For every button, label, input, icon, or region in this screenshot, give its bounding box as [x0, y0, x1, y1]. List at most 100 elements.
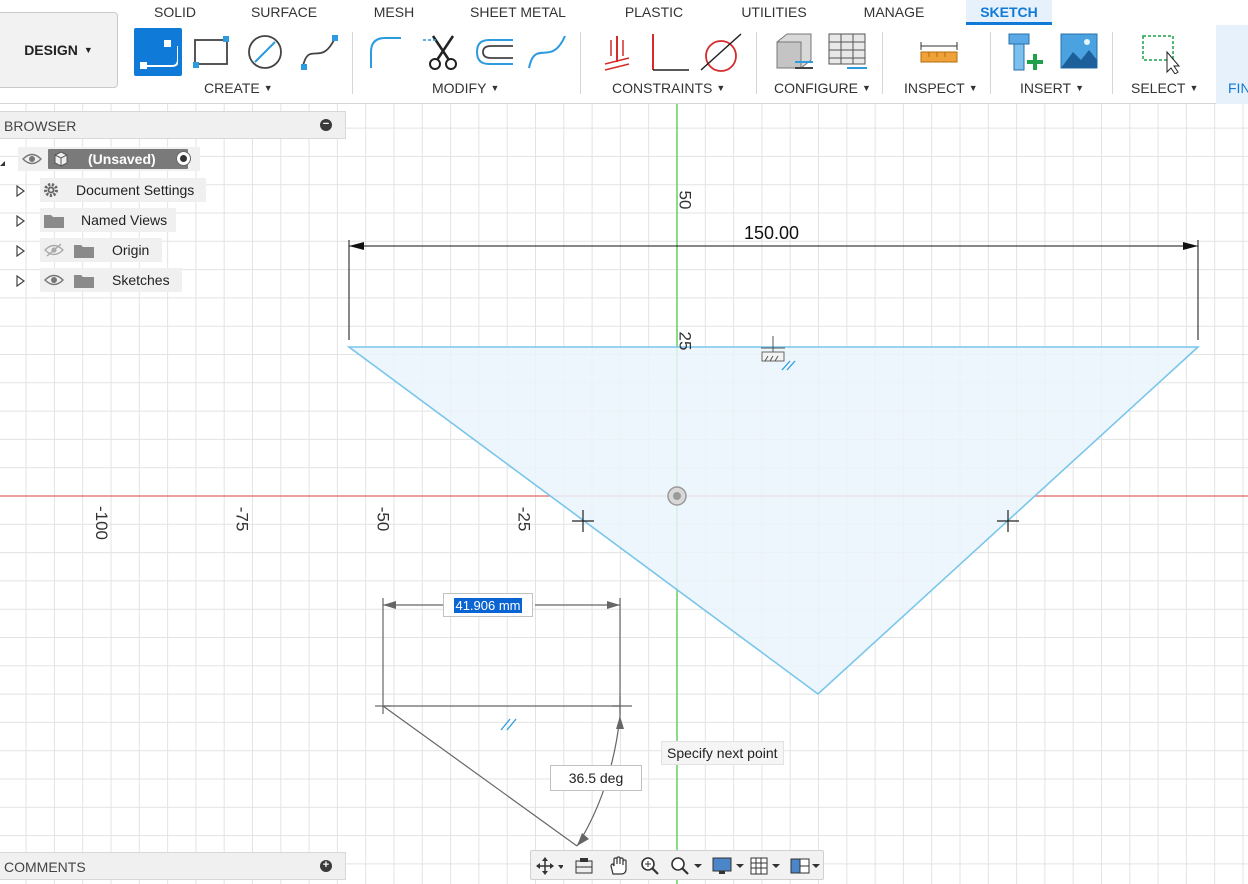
browser-panel-header[interactable]: BROWSER − [0, 111, 346, 139]
configure-menu[interactable]: CONFIGURE ▼ [774, 80, 871, 96]
folder-icon [74, 243, 94, 263]
finish-sketch-button[interactable]: FINISH SKETCH [1216, 25, 1248, 104]
separator [990, 32, 991, 94]
measure-icon [920, 42, 958, 63]
create-menu-label: CREATE [204, 80, 260, 96]
expand-arrow-icon[interactable] [16, 244, 26, 258]
insert-menu[interactable]: INSERT ▼ [1020, 80, 1084, 96]
offset-tool-button[interactable] [472, 28, 518, 76]
offset-icon [475, 39, 513, 65]
zoom-window-icon[interactable] [669, 856, 703, 876]
caret-down-icon: ▼ [1075, 83, 1085, 93]
caret-down-icon: ▼ [862, 83, 871, 93]
tangent-constraint-button[interactable] [698, 28, 744, 76]
display-settings-icon[interactable] [711, 856, 745, 876]
tab-plastic[interactable]: PLASTIC [614, 0, 694, 25]
dimension-value-150[interactable]: 150.00 [744, 223, 799, 244]
rectangle-icon [193, 36, 229, 68]
browser-title: BROWSER [4, 118, 77, 134]
collapse-browser-icon[interactable]: − [320, 119, 332, 131]
browser-item-document-settings[interactable]: Document Settings [40, 178, 206, 202]
fix-icon [604, 36, 630, 71]
fix-constraint-button[interactable] [594, 28, 640, 76]
browser-root-expander-icon[interactable] [0, 155, 5, 166]
browser-item-sketches[interactable]: Sketches [40, 268, 182, 292]
comments-panel-header[interactable]: COMMENTS + [0, 852, 346, 880]
fillet-tool-button[interactable] [362, 28, 408, 76]
configure-table-button[interactable] [824, 28, 870, 76]
insert-mcmaster-button[interactable] [1002, 28, 1048, 76]
y-axis-label-50: 50 [675, 190, 695, 210]
x-axis-label-neg75: -75 [232, 506, 252, 532]
browser-item-label: Named Views [81, 212, 168, 228]
workspace-switcher-button[interactable]: DESIGN ▼ [0, 12, 118, 88]
select-box-icon [1142, 35, 1181, 74]
sketch-profile [346, 346, 1201, 696]
measure-tool-button[interactable] [916, 28, 962, 76]
navigation-bar [530, 850, 824, 880]
browser-item-origin[interactable]: Origin [40, 238, 162, 262]
tab-sketch[interactable]: SKETCH [966, 0, 1052, 25]
eye-icon[interactable] [22, 152, 42, 171]
tab-manage[interactable]: MANAGE [856, 0, 932, 25]
workspace-label: DESIGN [24, 42, 78, 58]
add-comment-icon[interactable]: + [320, 860, 332, 872]
select-menu[interactable]: SELECT ▼ [1131, 80, 1198, 96]
perpendicular-constraint-button[interactable] [644, 28, 690, 76]
perpendicular-icon [652, 34, 689, 71]
viewports-icon[interactable] [789, 856, 823, 876]
table-icon [828, 33, 867, 69]
insert-canvas-button[interactable] [1056, 28, 1102, 76]
separator [882, 32, 883, 94]
length-input[interactable]: 41.906 mm [443, 593, 533, 617]
pan-icon[interactable] [607, 856, 629, 876]
separator [1112, 32, 1113, 94]
dim-arrow-left [349, 242, 364, 250]
eye-icon[interactable] [44, 273, 64, 292]
caret-down-icon: ▼ [1189, 83, 1199, 93]
inspect-menu-label: INSPECT [904, 80, 965, 96]
select-tool-button[interactable] [1138, 28, 1184, 76]
zoom-icon[interactable] [639, 856, 661, 876]
create-menu[interactable]: CREATE ▼ [204, 80, 273, 96]
expand-arrow-icon[interactable] [16, 274, 26, 288]
tab-utilities[interactable]: UTILITIES [732, 0, 816, 25]
trim-tool-button[interactable] [420, 28, 466, 76]
separator [756, 32, 757, 94]
curve-icon [528, 35, 566, 69]
tab-sheet-metal[interactable]: SHEET METAL [462, 0, 574, 25]
tab-mesh[interactable]: MESH [362, 0, 426, 25]
look-at-icon[interactable] [573, 856, 595, 876]
constraints-menu[interactable]: CONSTRAINTS ▼ [612, 80, 725, 96]
modify-menu-label: MODIFY [432, 80, 487, 96]
x-axis-label-neg50: -50 [373, 506, 393, 532]
expand-arrow-icon[interactable] [16, 184, 26, 198]
browser-item-label: Origin [112, 242, 150, 258]
horizontal-constraint-icon [761, 336, 785, 362]
browser-item-label: Sketches [112, 272, 170, 288]
line-icon [140, 40, 178, 69]
length-input-value: 41.906 mm [454, 597, 522, 613]
eye-hidden-icon[interactable] [44, 243, 64, 262]
inspect-menu[interactable]: INSPECT ▼ [904, 80, 978, 96]
rectangle-tool-button[interactable] [188, 28, 234, 76]
line-tool-button[interactable] [134, 28, 182, 76]
spline-tool-button[interactable] [296, 28, 342, 76]
expand-arrow-icon[interactable] [16, 214, 26, 228]
tab-surface[interactable]: SURFACE [244, 0, 324, 25]
browser-item-named-views[interactable]: Named Views [40, 208, 176, 232]
browser-item-root[interactable]: (Unsaved) [18, 147, 200, 171]
circle-icon [248, 35, 282, 69]
circle-tool-button[interactable] [242, 28, 288, 76]
angle-input[interactable]: 36.5 deg [550, 765, 642, 791]
activate-radio-icon[interactable] [176, 151, 191, 166]
change-parameters-button[interactable] [770, 28, 816, 76]
grid-icon[interactable] [749, 856, 783, 876]
modify-menu[interactable]: MODIFY ▼ [432, 80, 499, 96]
orbit-icon[interactable] [535, 856, 564, 876]
select-menu-label: SELECT [1131, 80, 1186, 96]
tab-solid[interactable]: SOLID [142, 0, 208, 25]
parameters-box-icon [776, 33, 813, 69]
curve-tool-button[interactable] [524, 28, 570, 76]
bolt-plus-icon [1008, 33, 1043, 71]
